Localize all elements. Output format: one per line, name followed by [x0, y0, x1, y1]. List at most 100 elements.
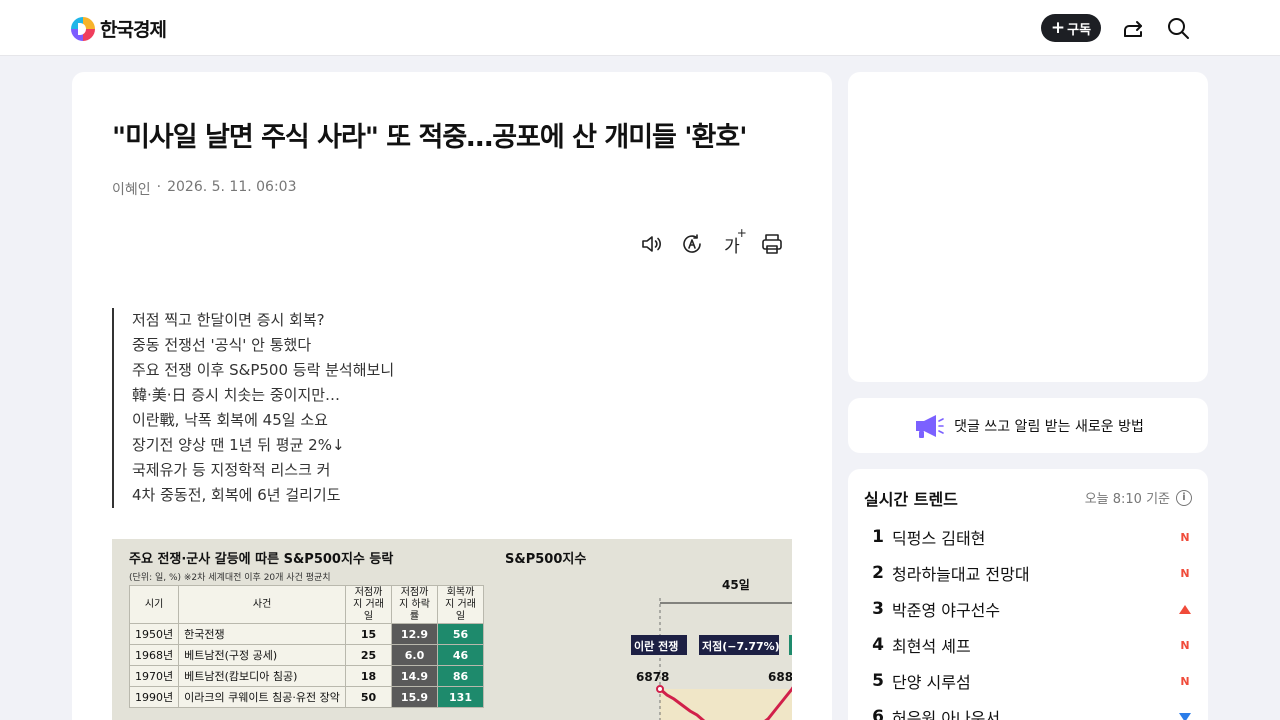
rank-change-wrap [1178, 604, 1192, 614]
article-date: 2026. 5. 11. 06:03 [167, 179, 297, 195]
table-row: 1950년 한국전쟁 15 12.9 56 [128, 623, 484, 645]
trend-rank: 2 [872, 563, 884, 583]
table-cell: 131 [437, 686, 484, 708]
trend-label: 최현석 셰프 [892, 637, 971, 656]
start-point [656, 685, 664, 693]
trend-label: 청라하늘대교 전망대 [892, 565, 1030, 584]
site-logo[interactable]: 한국경제 [71, 15, 167, 42]
table-header: 저점까지 하락률 [391, 585, 438, 624]
summary-line: 4차 중동전, 회복에 6년 걸리기도 [132, 486, 341, 504]
table-row: 1970년 베트남전(캄보디아 침공) 18 14.9 86 [128, 665, 484, 687]
table-cell: 한국전쟁 [178, 623, 346, 645]
rank-down-icon [1179, 712, 1191, 720]
notice-text: 댓글 쓰고 알림 받는 새로운 방법 [954, 418, 1144, 435]
table-row: 1968년 베트남전(구정 공세) 25 6.0 46 [128, 644, 484, 666]
start-value: 6878 [636, 670, 669, 684]
infographic-table: 시기 사건 저점까지 거래일 저점까지 하락률 회복까지 거래일 1950년 한국전쟁 15… [128, 585, 484, 708]
table-cell: 12.9 [391, 623, 438, 645]
infographic-title: 주요 전쟁·군사 갈등에 따른 S&P500지수 등락 [129, 552, 394, 567]
trend-label: 딕펑스 김태현 [892, 529, 986, 548]
logo-mark-icon [71, 16, 95, 41]
summary-line: 국제유가 등 지정학적 리스크 커 [132, 461, 331, 479]
top-bar: 한국경제 + 구독 [0, 0, 1280, 56]
article-byline: 이혜인 · 2026. 5. 11. 06:03 [112, 179, 297, 199]
table-row: 1990년 이라크의 쿠웨이트 침공·유전 장악 50 15.9 131 [128, 686, 484, 708]
subscribe-button[interactable]: + 구독 [1041, 14, 1101, 42]
table-cell: 1970년 [128, 665, 180, 687]
rank-change-wrap [1178, 712, 1192, 720]
trend-title: 실시간 트렌드 [864, 490, 958, 509]
new-badge-wrap: N [1178, 639, 1192, 652]
iran-label: 이란 전쟁 [634, 639, 678, 653]
new-badge-wrap: N [1178, 567, 1192, 580]
share-icon[interactable] [1121, 16, 1145, 40]
translate-icon[interactable] [680, 232, 704, 256]
table-header: 저점까지 거래일 [345, 585, 392, 624]
sp500-chart: 45일 이란 전쟁 저점(−7.77%) 회복 6878 6886 [631, 578, 792, 720]
text-to-speech-icon[interactable] [640, 232, 664, 256]
trend-item[interactable]: 6 허은원 아나운서 [864, 699, 1192, 720]
info-icon[interactable]: i [1176, 489, 1192, 506]
table-cell: 베트남전(캄보디아 침공) [178, 665, 346, 687]
print-icon[interactable] [760, 232, 784, 256]
new-badge: N [1180, 530, 1190, 544]
summary-line: 韓·美·日 증시 치솟는 중이지만… [132, 386, 341, 404]
font-size-icon[interactable]: 가 + [720, 225, 747, 257]
trend-rank: 5 [872, 671, 884, 691]
article-author[interactable]: 이혜인 [112, 179, 151, 199]
table-header: 사건 [178, 585, 346, 624]
summary-line: 저점 찍고 한달이면 증시 회복? [132, 311, 325, 329]
table-cell: 1968년 [128, 644, 180, 666]
trend-label: 허은원 아나운서 [892, 709, 1001, 720]
table-cell: 56 [437, 623, 484, 645]
table-cell: 50 [345, 686, 392, 708]
trend-list: 1 딕펑스 김태현 N 2 청라하늘대교 전망대 N 3 박준영 야구선수 4 최현석 셰프 N 5 단… [864, 519, 1192, 720]
article-card: "미사일 날면 주식 사라" 또 적중…공포에 산 개미들 '환호' 이혜인 ·… [72, 72, 832, 720]
table-cell: 6.0 [391, 644, 438, 666]
sidebar-ad-slot [848, 72, 1208, 382]
trend-rank: 4 [872, 635, 884, 655]
trend-item[interactable]: 5 단양 시루섬 N [864, 663, 1192, 699]
trend-item[interactable]: 4 최현석 셰프 N [864, 627, 1192, 663]
low-label: 저점(−7.77%) [702, 639, 780, 653]
summary-line: 중동 전쟁선 '공식' 안 통했다 [132, 336, 312, 354]
logo-text: 한국경제 [100, 19, 167, 41]
table-cell: 46 [437, 644, 484, 666]
table-header: 시기 [128, 585, 180, 624]
table-cell: 베트남전(구정 공세) [178, 644, 346, 666]
new-badge-wrap: N [1178, 531, 1192, 544]
table-cell: 1990년 [128, 686, 180, 708]
trend-item[interactable]: 3 박준영 야구선수 [864, 591, 1192, 627]
table-cell: 15.9 [391, 686, 438, 708]
trend-item[interactable]: 2 청라하늘대교 전망대 N [864, 555, 1192, 591]
table-cell: 18 [345, 665, 392, 687]
article-summary: 저점 찍고 한달이면 증시 회복? 중동 전쟁선 '공식' 안 통했다주요 전쟁 … [112, 308, 394, 508]
infographic-unit: (단위: 일, %) ※2차 세계대전 이후 20개 사건 평균치 [129, 573, 331, 583]
table-cell: 86 [437, 665, 484, 687]
days-label: 45일 [722, 578, 750, 592]
table-cell: 1950년 [128, 623, 180, 645]
article-infographic[interactable]: 주요 전쟁·군사 갈등에 따른 S&P500지수 등락 (단위: 일, %) ※… [112, 539, 792, 720]
trend-item[interactable]: 1 딕펑스 김태현 N [864, 519, 1192, 555]
article-headline: "미사일 날면 주식 사라" 또 적중…공포에 산 개미들 '환호' [112, 122, 748, 153]
search-icon[interactable] [1166, 16, 1190, 40]
summary-line: 이란戰, 낙폭 회복에 45일 소요 [132, 411, 328, 429]
table-cell: 15 [345, 623, 392, 645]
trend-rank: 3 [872, 599, 884, 619]
table-cell: 25 [345, 644, 392, 666]
new-badge: N [1180, 638, 1190, 652]
font-size-label: 가 + [724, 225, 747, 257]
byline-separator: · [156, 179, 162, 195]
table-cell: 이라크의 쿠웨이트 침공·유전 장악 [178, 686, 346, 708]
table-header: 회복까지 거래일 [437, 585, 484, 624]
new-badge-wrap: N [1178, 675, 1192, 688]
trend-label: 단양 시루섬 [892, 673, 971, 692]
summary-line: 주요 전쟁 이후 S&P500 등락 분석해보니 [132, 361, 395, 379]
trend-rank: 1 [872, 527, 884, 547]
trend-timestamp: 오늘 8:10 기준 i [1085, 488, 1192, 507]
plus-icon: + [1050, 17, 1066, 38]
summary-line: 장기전 양상 땐 1년 뒤 평균 2%↓ [132, 436, 345, 454]
article-tools: 가 + [640, 225, 784, 257]
comment-notice-banner[interactable]: 댓글 쓰고 알림 받는 새로운 방법 [848, 398, 1208, 453]
trend-label: 박준영 야구선수 [892, 601, 1001, 620]
